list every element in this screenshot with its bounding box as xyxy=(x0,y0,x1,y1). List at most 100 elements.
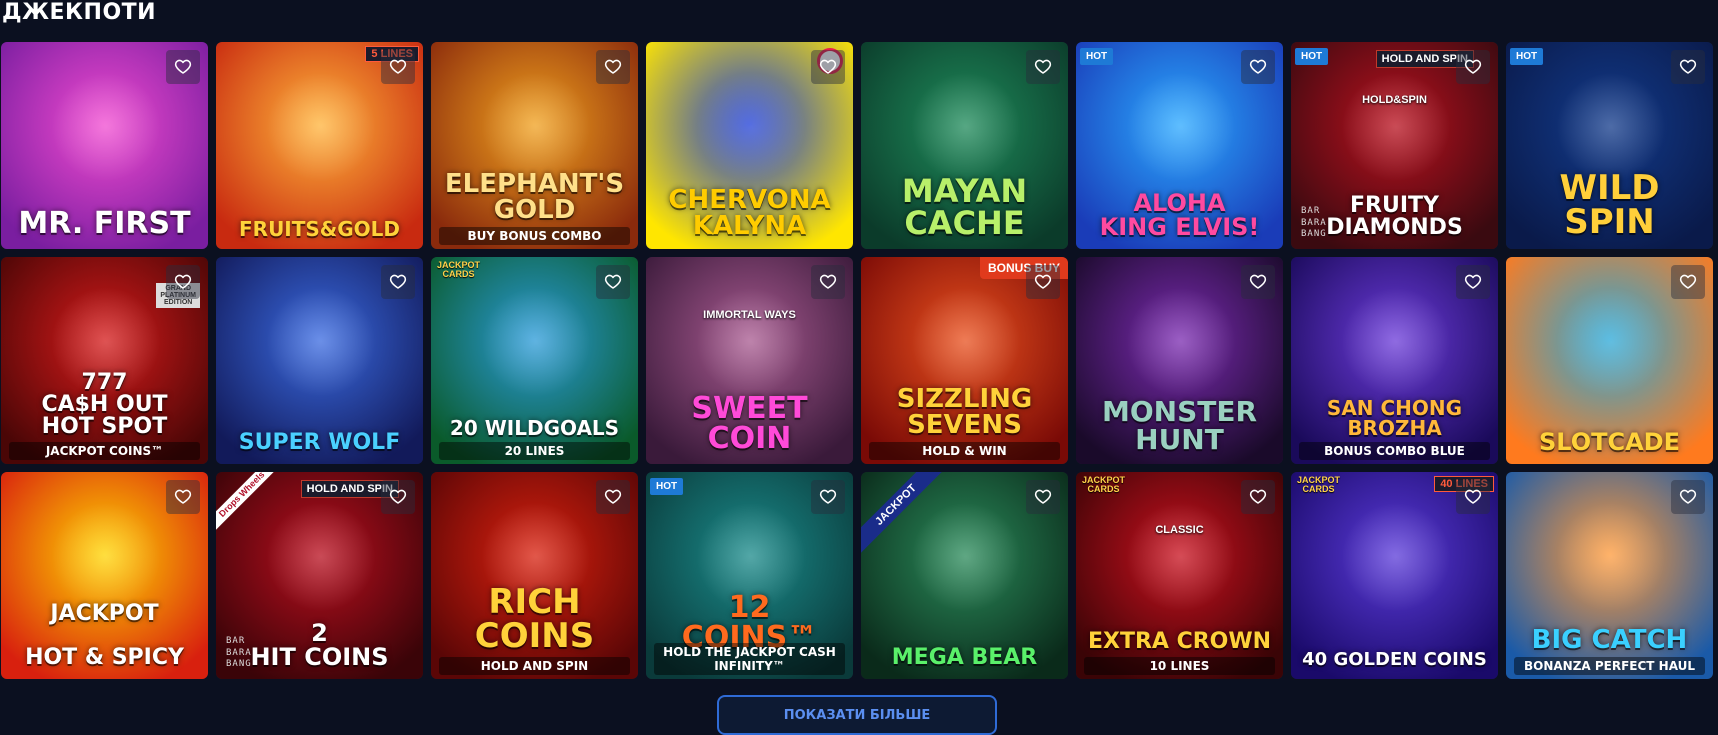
favorite-heart-icon[interactable] xyxy=(1671,265,1705,299)
game-title: SUPER WOLF xyxy=(238,430,401,455)
favorite-heart-icon[interactable] xyxy=(1026,50,1060,84)
game-tile-jackpot-hot-spicy[interactable]: JACKPOT HOT & SPICY xyxy=(1,472,208,679)
game-tile-aloha-king-elvis[interactable]: Aloha KING ELVIS! HOT xyxy=(1076,42,1283,249)
game-title: MAYAN CACHE xyxy=(901,172,1028,242)
favorite-heart-icon[interactable] xyxy=(1671,480,1705,514)
jackpot-cards-badge: JACKPOT CARDS xyxy=(437,260,481,279)
favorite-heart-icon[interactable] xyxy=(811,265,845,299)
favorite-heart-icon[interactable] xyxy=(1456,50,1490,84)
game-tile-40-golden-coins[interactable]: 40 GOLDEN COINS JACKPOT CARDS 40 LINES xyxy=(1291,472,1498,679)
favorite-heart-icon[interactable] xyxy=(596,480,630,514)
game-title: 777 CA$H OUT HOT SPOT xyxy=(41,370,168,439)
game-tile-fruits-gold[interactable]: FRUITS&GOLD 5 LINES xyxy=(216,42,423,249)
game-tile-chervona-kalyna[interactable]: CHERVONA KALYNA xyxy=(646,42,853,249)
show-more-button[interactable]: ПОКАЗАТИ БІЛЬШЕ xyxy=(717,695,997,735)
game-title: ELEPHANT'S GOLD xyxy=(444,169,625,225)
game-subtitle: HOLD THE JACKPOT CASH INFINITY™ xyxy=(654,643,845,675)
artwork-glow xyxy=(1126,72,1236,182)
section-title: ДЖЕКПОТИ xyxy=(2,0,157,25)
game-title: Mr. FIRST xyxy=(18,206,191,241)
game-title: SIZZLING SEVENS xyxy=(896,384,1033,440)
game-title: Monster Hunt xyxy=(1101,395,1258,456)
jackpot-cards-badge: JACKPOT CARDS xyxy=(1297,475,1341,494)
game-tile-20-wild-goals[interactable]: 20 WILDGOALS 20 LINES JACKPOT CARDS xyxy=(431,257,638,464)
game-title: SWEET COIN xyxy=(691,391,808,456)
game-tile-mayan-cache[interactable]: MAYAN CACHE xyxy=(861,42,1068,249)
favorite-heart-icon[interactable] xyxy=(1456,265,1490,299)
artwork-glow xyxy=(696,72,806,182)
game-tile-wild-spin[interactable]: WILD Spin HOT xyxy=(1506,42,1713,249)
artwork-glow xyxy=(51,502,161,612)
provider-logo: BAR BARA BANG xyxy=(1301,205,1327,240)
game-title: Extra Crown xyxy=(1087,629,1272,654)
game-title: 20 WILDGOALS xyxy=(449,416,620,440)
game-extra-label: HOLD&SPIN xyxy=(1362,94,1427,106)
favorite-heart-icon[interactable] xyxy=(1241,50,1275,84)
favorite-heart-icon[interactable] xyxy=(1241,480,1275,514)
favorite-heart-icon[interactable] xyxy=(166,265,200,299)
game-title: FRUITS&GOLD xyxy=(239,217,400,241)
hot-badge: HOT xyxy=(1080,48,1114,65)
game-title: MEGA BEAR xyxy=(891,645,1038,670)
game-title: WILD Spin xyxy=(1559,168,1660,242)
favorite-heart-icon[interactable] xyxy=(811,50,845,84)
game-subtitle: 10 LINES xyxy=(1084,657,1275,675)
artwork-glow xyxy=(266,502,376,612)
game-tile-sizzling-sevens[interactable]: SIZZLING SEVENS HOLD & WIN BONUS BUY xyxy=(861,257,1068,464)
game-tile-super-wolf[interactable]: SUPER WOLF xyxy=(216,257,423,464)
game-extra-label: IMMORTAL WAYS xyxy=(703,309,796,321)
jackpot-cards-badge: JACKPOT CARDS xyxy=(1082,475,1126,494)
favorite-heart-icon[interactable] xyxy=(166,480,200,514)
game-tile-sweet-coin[interactable]: IMMORTAL WAYS SWEET COIN xyxy=(646,257,853,464)
game-tile-fruity-diamonds[interactable]: HOLD&SPIN Fruity DIAMONDS BAR BARA BANG HOT… xyxy=(1291,42,1498,249)
game-tile-monster-hunt[interactable]: Monster Hunt xyxy=(1076,257,1283,464)
artwork-glow xyxy=(481,287,591,397)
game-tile-777-cash-out[interactable]: 777 CA$H OUT HOT SPOT JACKPOT COINS™ GRAND… xyxy=(1,257,208,464)
favorite-heart-icon[interactable] xyxy=(381,50,415,84)
artwork-glow xyxy=(911,287,1021,397)
artwork-glow xyxy=(1341,502,1451,612)
game-tile-extra-crown[interactable]: CLASSIC Extra Crown 10 LINES JACKPOT CARDS xyxy=(1076,472,1283,679)
games-grid: Mr. FIRST FRUITS&GOLD 5 LINES ELEPHANT'S GO… xyxy=(1,42,1713,679)
favorite-heart-icon[interactable] xyxy=(1456,480,1490,514)
game-title: Aloha KING ELVIS! xyxy=(1099,189,1260,241)
game-tile-mega-bear[interactable]: MEGA BEAR JACKPOT xyxy=(861,472,1068,679)
game-subtitle: HOLD & WIN xyxy=(869,442,1060,460)
game-tile-rich-coins[interactable]: RICH COINS HOLD AND SPIN xyxy=(431,472,638,679)
favorite-heart-icon[interactable] xyxy=(1026,265,1060,299)
game-title: RICH COINS xyxy=(474,582,595,656)
artwork-glow xyxy=(266,287,376,397)
game-tile-mr-first[interactable]: Mr. FIRST xyxy=(1,42,208,249)
hot-badge: HOT xyxy=(1295,48,1329,65)
favorite-heart-icon[interactable] xyxy=(596,265,630,299)
favorite-heart-icon[interactable] xyxy=(596,50,630,84)
game-tile-2-hit-coins[interactable]: 2 HIT COINS BAR BARA BANG Drops Wheels HOLD… xyxy=(216,472,423,679)
game-subtitle: BONANZA PERFECT HAUL xyxy=(1514,657,1705,675)
hot-badge: HOT xyxy=(1510,48,1544,65)
game-tile-slotcade[interactable]: SLOTCADE xyxy=(1506,257,1713,464)
game-title: SAN CHONG BROZHA xyxy=(1326,396,1463,440)
favorite-heart-icon[interactable] xyxy=(1241,265,1275,299)
game-title: SLOTCADE xyxy=(1539,428,1680,456)
game-tile-elephants-gold[interactable]: ELEPHANT'S GOLD BUY BONUS COMBO xyxy=(431,42,638,249)
favorite-heart-icon[interactable] xyxy=(1671,50,1705,84)
artwork-glow xyxy=(1556,502,1666,612)
hot-badge: HOT xyxy=(650,478,684,495)
artwork-glow xyxy=(696,287,806,397)
game-tile-big-catch-bonanza[interactable]: BIG CATCH BONANZA PERFECT HAUL xyxy=(1506,472,1713,679)
artwork-glow xyxy=(911,502,1021,612)
favorite-heart-icon[interactable] xyxy=(381,480,415,514)
game-title: 40 GOLDEN COINS xyxy=(1302,649,1487,670)
artwork-glow xyxy=(481,72,591,182)
artwork-glow xyxy=(1556,72,1666,182)
game-tile-12-coins[interactable]: 12 COINS™ HOLD THE JACKPOT CASH INFINITY™… xyxy=(646,472,853,679)
favorite-heart-icon[interactable] xyxy=(381,265,415,299)
game-subtitle: BONUS COMBO BLUE xyxy=(1299,442,1490,460)
game-subtitle: HOLD AND SPIN xyxy=(439,657,630,675)
game-title: CHERVONA KALYNA xyxy=(668,185,831,241)
game-title: JACKPOT HOT & SPICY xyxy=(25,601,184,670)
favorite-heart-icon[interactable] xyxy=(1026,480,1060,514)
game-tile-san-chong-brozha[interactable]: SAN CHONG BROZHA BONUS COMBO BLUE xyxy=(1291,257,1498,464)
favorite-heart-icon[interactable] xyxy=(811,480,845,514)
favorite-heart-icon[interactable] xyxy=(166,50,200,84)
